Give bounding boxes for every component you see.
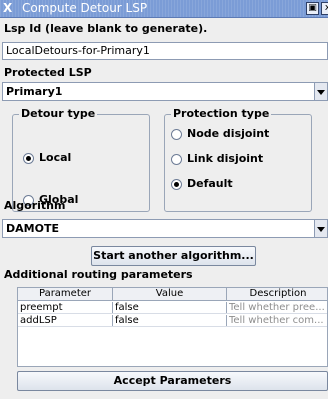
radio-dot-icon <box>171 128 182 140</box>
detour-type-legend: Detour type <box>19 107 98 121</box>
close-icon[interactable]: x <box>321 2 328 15</box>
app-icon: X <box>3 1 13 15</box>
start-another-algorithm-button[interactable]: Start another algorithm... <box>91 246 256 266</box>
protected-lsp-label: Protected LSP <box>4 66 92 79</box>
protected-lsp-value: Primary1 <box>6 85 63 98</box>
radio-dot-icon <box>23 152 34 164</box>
radio-dot-icon <box>171 153 182 165</box>
radio-dot-icon <box>171 178 182 190</box>
window-title: Compute Detour LSP <box>22 1 148 15</box>
radio-link-disjoint[interactable]: Link disjoint <box>171 152 263 166</box>
radio-local[interactable]: Local <box>23 151 71 165</box>
algorithm-label: Algorithm <box>4 199 66 212</box>
param-name-cell[interactable]: preempt <box>18 302 113 313</box>
param-description-cell[interactable]: Tell whether pree... <box>227 302 327 313</box>
lsp-id-field[interactable]: LocalDetours-for-Primary1 <box>2 42 328 60</box>
param-name-cell[interactable]: addLSP <box>18 315 113 326</box>
accept-parameters-button[interactable]: Accept Parameters <box>17 371 328 391</box>
radio-node-disjoint[interactable]: Node disjoint <box>171 127 269 141</box>
algorithm-select[interactable]: DAMOTE <box>2 219 328 238</box>
param-value-cell[interactable]: false <box>113 302 227 313</box>
protection-type-group: Protection type Node disjoint Link disjo… <box>164 107 312 212</box>
routing-params-table: Parameter Value Description preempt fals… <box>17 287 328 367</box>
radio-link-disjoint-label: Link disjoint <box>187 152 264 165</box>
column-header-value[interactable]: Value <box>113 288 227 300</box>
protected-lsp-select[interactable]: Primary1 <box>2 82 328 101</box>
column-header-description[interactable]: Description <box>227 288 327 300</box>
column-header-parameter[interactable]: Parameter <box>18 288 113 300</box>
param-value-cell[interactable]: false <box>113 315 227 326</box>
radio-default-label: Default <box>187 177 233 190</box>
chevron-down-icon[interactable] <box>314 82 328 101</box>
table-header: Parameter Value Description <box>18 288 327 301</box>
table-row[interactable]: preempt false Tell whether pree... <box>18 302 327 314</box>
maximize-icon[interactable]: ▣ <box>306 2 319 15</box>
radio-local-label: Local <box>39 151 72 164</box>
table-row[interactable]: addLSP false Tell whether com... <box>18 315 327 327</box>
chevron-down-icon[interactable] <box>314 219 328 238</box>
algorithm-value: DAMOTE <box>6 222 59 235</box>
radio-node-disjoint-label: Node disjoint <box>187 127 270 140</box>
lsp-id-label: Lsp Id (leave blank to generate). <box>4 22 208 35</box>
protection-type-legend: Protection type <box>171 107 272 121</box>
dialog-panel: Lsp Id (leave blank to generate). LocalD… <box>0 18 328 399</box>
title-bar[interactable]: X Compute Detour LSP ▣ x <box>0 0 328 18</box>
detour-type-group: Detour type Local Global <box>12 107 150 212</box>
param-description-cell[interactable]: Tell whether com... <box>227 315 327 326</box>
routing-params-label: Additional routing parameters <box>4 268 193 281</box>
radio-default[interactable]: Default <box>171 177 233 191</box>
